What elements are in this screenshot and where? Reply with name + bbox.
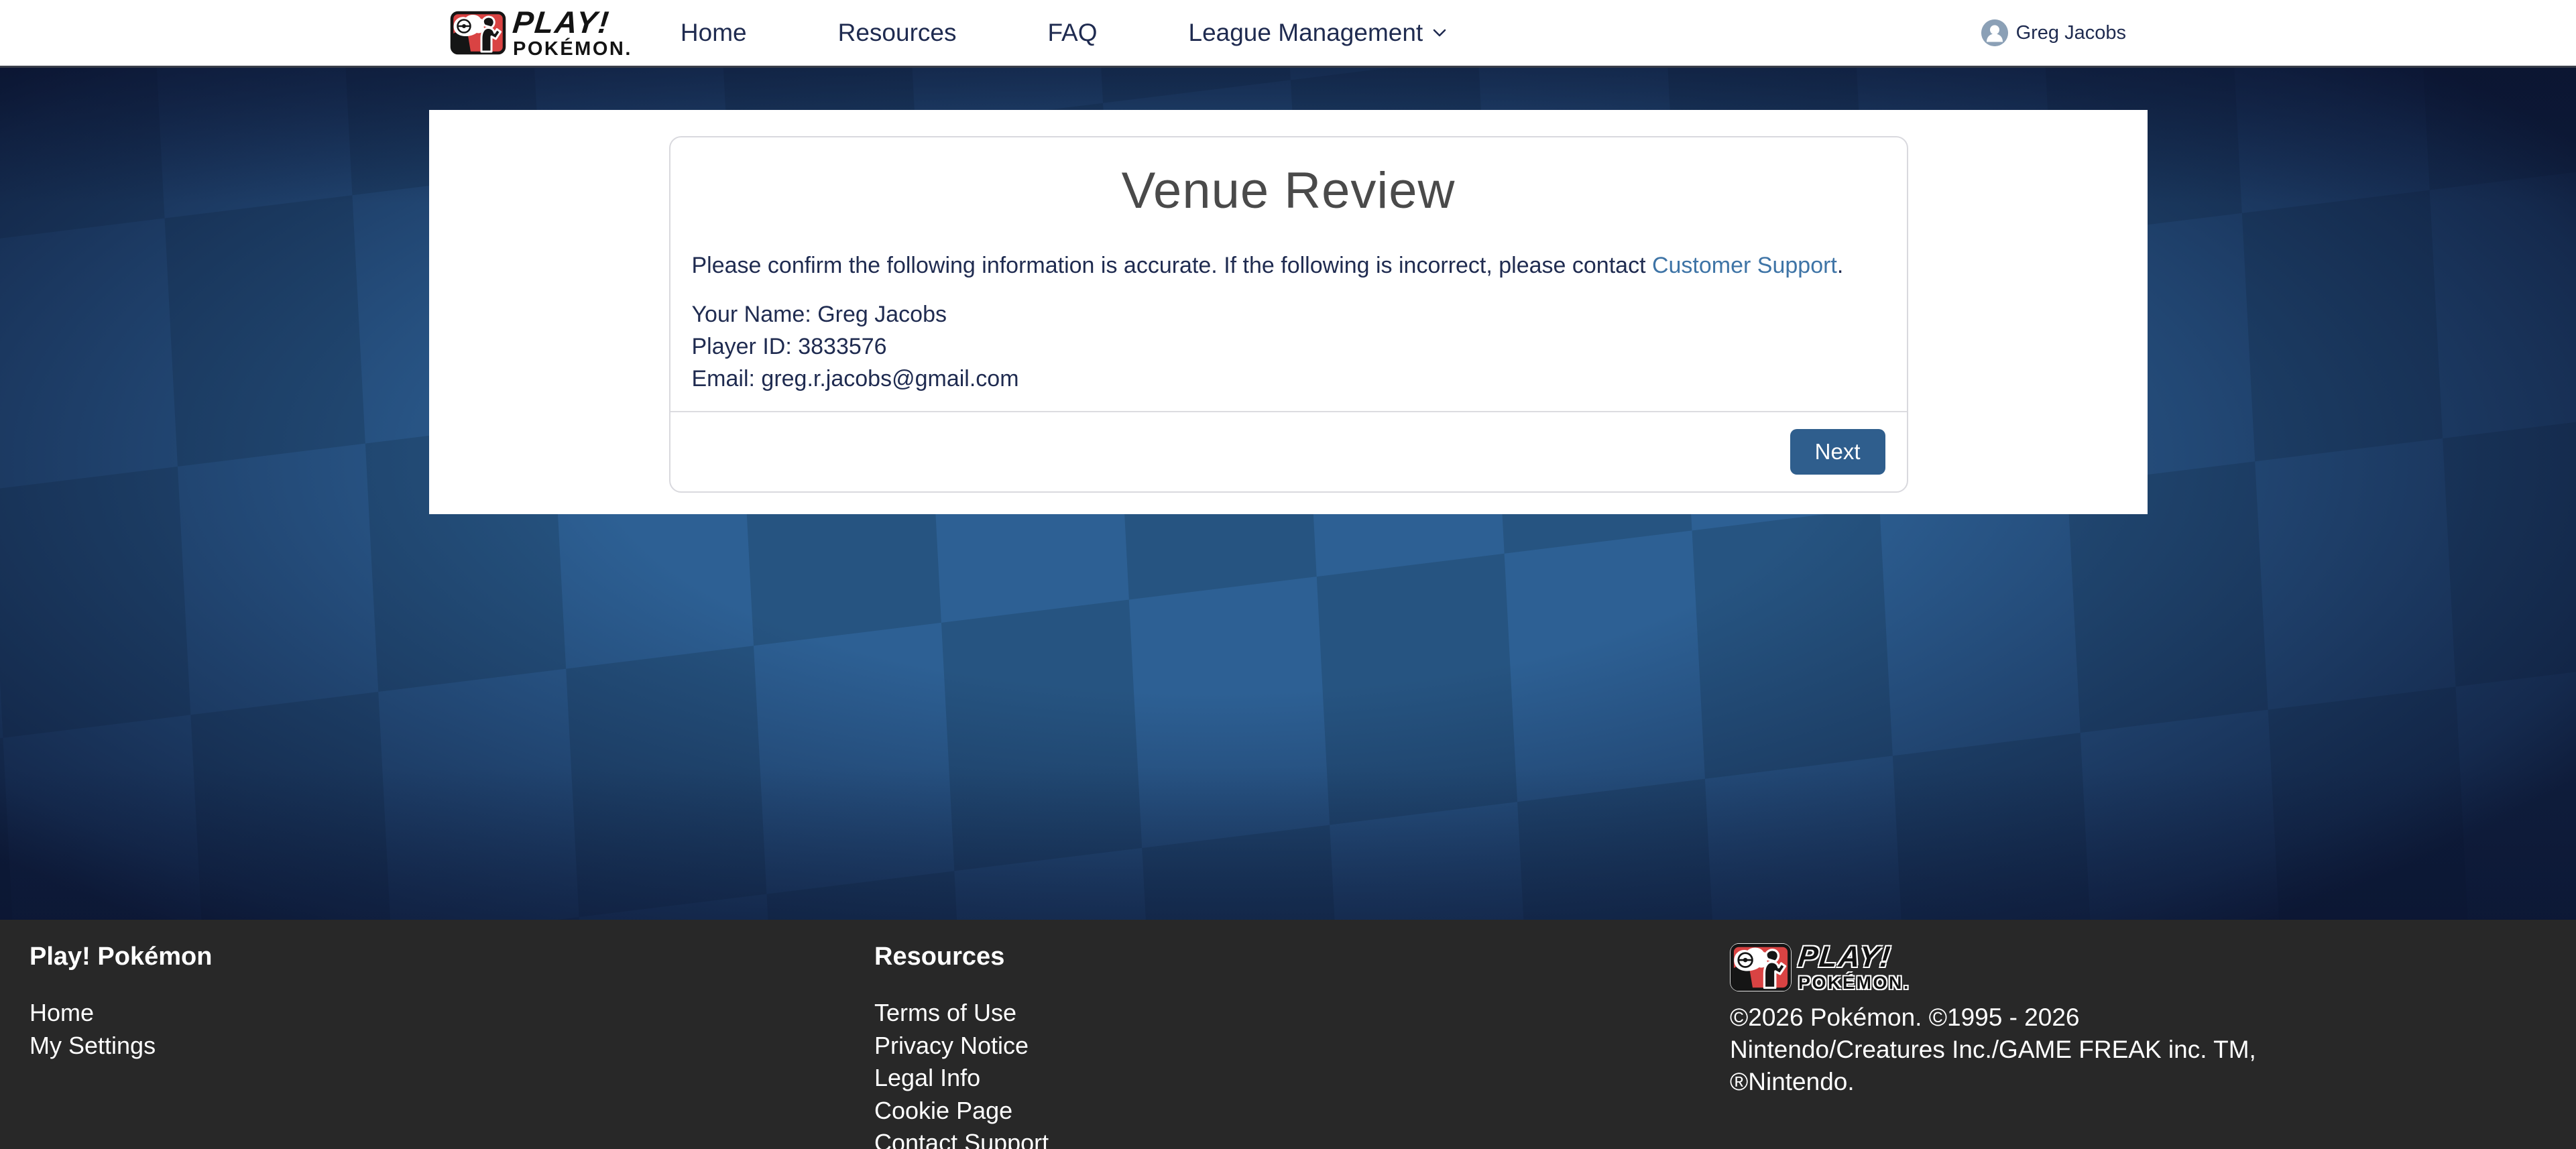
user-avatar-icon — [1981, 19, 2008, 46]
top-navbar: PLAY! POKÉMON. Home Resources FAQ League… — [0, 0, 2576, 68]
footer-column-play-pokemon: Play! Pokémon Home My Settings — [0, 943, 858, 1149]
nav-link-league-management-label: League Management — [1189, 19, 1423, 47]
brand-pokemon-text: POKÉMON. — [513, 40, 632, 59]
footer-link-home[interactable]: Home — [30, 997, 858, 1030]
footer-play-pokemon-logo: PLAY! POKÉMON. — [1730, 943, 2576, 992]
footer-link-my-settings[interactable]: My Settings — [30, 1030, 858, 1063]
play-pokemon-wordmark: PLAY! POKÉMON. — [513, 7, 632, 59]
play-pokemon-logo-icon — [450, 11, 506, 55]
customer-support-link[interactable]: Customer Support — [1652, 253, 1837, 278]
player-id-line: Player ID: 3833576 — [692, 330, 1885, 363]
copyright-line-3: ®Nintendo. — [1730, 1066, 2576, 1098]
venue-review-card: Venue Review Please confirm the followin… — [669, 136, 1908, 493]
copyright-line-1: ©2026 Pokémon. ©1995 - 2026 — [1730, 1002, 2576, 1034]
user-menu[interactable]: Greg Jacobs — [1981, 19, 2126, 46]
copyright-line-2: Nintendo/Creatures Inc./GAME FREAK inc. … — [1730, 1034, 2576, 1066]
main-nav: Home Resources FAQ League Management — [681, 19, 1448, 47]
user-name: Greg Jacobs — [2016, 22, 2126, 44]
chevron-down-icon — [1431, 24, 1448, 42]
venue-review-card-body: Venue Review Please confirm the followin… — [670, 137, 1907, 411]
footer-link-privacy-notice[interactable]: Privacy Notice — [874, 1030, 1716, 1063]
footer-play-pokemon-logo-icon — [1730, 943, 1792, 991]
footer-brand-play-text: PLAY! — [1797, 943, 1912, 972]
footer-heading-play-pokemon: Play! Pokémon — [30, 943, 858, 971]
content-panel: Venue Review Please confirm the followin… — [429, 110, 2148, 514]
footer-heading-resources: Resources — [874, 943, 1716, 971]
copyright-notice: ©2026 Pokémon. ©1995 - 2026 Nintendo/Cre… — [1730, 1002, 2576, 1098]
nav-link-home[interactable]: Home — [681, 19, 747, 47]
footer-brand-pokemon-text: POKÉMON. — [1798, 974, 1910, 992]
nav-link-league-management[interactable]: League Management — [1189, 19, 1449, 47]
nav-link-resources[interactable]: Resources — [838, 19, 957, 47]
page-title: Venue Review — [692, 162, 1885, 220]
next-button[interactable]: Next — [1790, 429, 1885, 475]
footer-play-pokemon-wordmark: PLAY! POKÉMON. — [1798, 943, 1910, 992]
page-footer: Play! Pokémon Home My Settings Resources… — [0, 920, 2576, 1149]
instructions-period: . — [1837, 253, 1843, 278]
footer-link-legal-info[interactable]: Legal Info — [874, 1062, 1716, 1095]
nav-link-faq[interactable]: FAQ — [1047, 19, 1097, 47]
footer-link-contact-support[interactable]: Contact Support — [874, 1127, 1716, 1149]
main-area: Venue Review Please confirm the followin… — [0, 68, 2576, 920]
footer-link-cookie-page[interactable]: Cookie Page — [874, 1095, 1716, 1128]
email-line: Email: greg.r.jacobs@gmail.com — [692, 363, 1885, 395]
instructions-text: Please confirm the following information… — [692, 253, 1652, 278]
confirmation-instructions: Please confirm the following information… — [692, 251, 1885, 280]
brand-play-text: PLAY! — [512, 7, 634, 38]
your-name-line: Your Name: Greg Jacobs — [692, 298, 1885, 330]
play-pokemon-logo[interactable]: PLAY! POKÉMON. — [450, 7, 632, 59]
footer-column-brand: PLAY! POKÉMON. ©2026 Pokémon. ©1995 - 20… — [1716, 943, 2576, 1149]
footer-column-resources: Resources Terms of Use Privacy Notice Le… — [858, 943, 1716, 1149]
venue-review-card-footer: Next — [670, 411, 1907, 491]
footer-link-terms-of-use[interactable]: Terms of Use — [874, 997, 1716, 1030]
